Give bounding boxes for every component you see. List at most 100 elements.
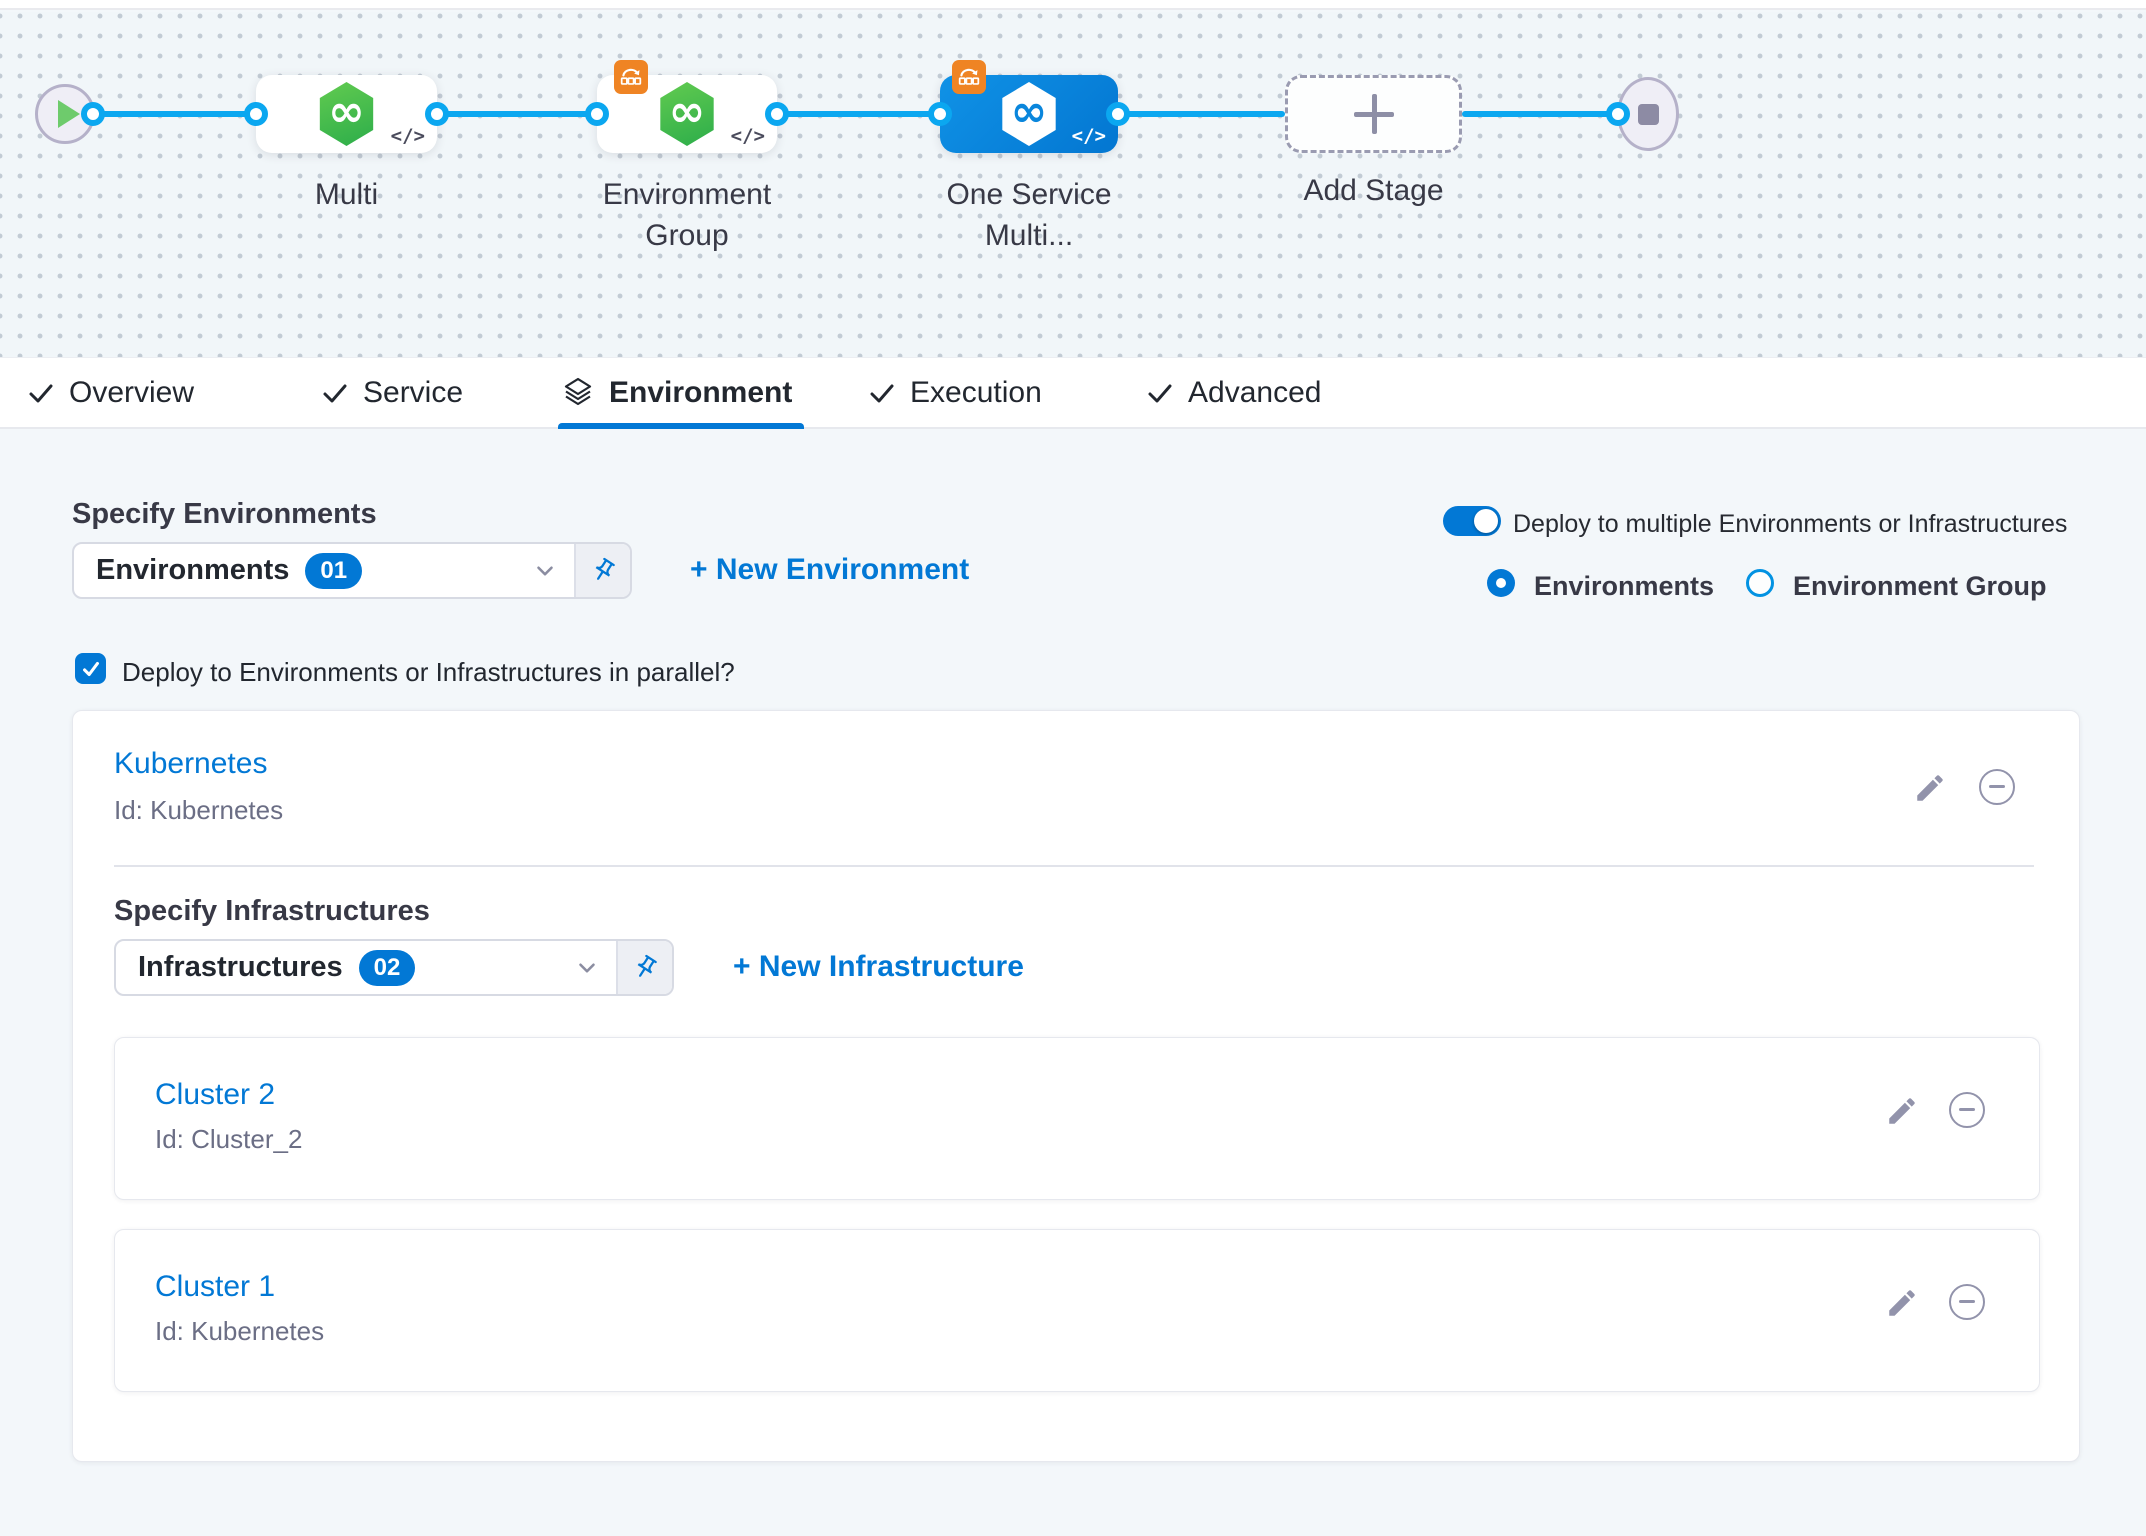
- minus-circle-icon: [1979, 769, 2015, 805]
- radio-environment-group[interactable]: [1746, 569, 1774, 597]
- infrastructure-id-text: Id: Kubernetes: [155, 1316, 324, 1347]
- propagate-icon: [614, 60, 648, 94]
- chevron-down-icon: [574, 955, 600, 981]
- pin-environments-button[interactable]: [574, 544, 630, 597]
- add-stage-button[interactable]: [1285, 75, 1462, 153]
- service-hexagon-icon: ∞: [658, 82, 716, 146]
- play-icon: [58, 100, 80, 128]
- pencil-icon: [1913, 771, 1947, 805]
- tab-advanced[interactable]: Advanced: [1146, 358, 1321, 428]
- tab-label: Overview: [69, 376, 194, 410]
- connector-line: [93, 111, 256, 117]
- infrastructure-card-cluster-1: Cluster 1 Id: Kubernetes: [114, 1229, 2040, 1392]
- edit-infrastructure-button[interactable]: [1885, 1094, 1919, 1128]
- infrastructure-name-link[interactable]: Cluster 1: [155, 1270, 275, 1304]
- radio-environment-group-label[interactable]: Environment Group: [1793, 571, 2047, 602]
- remove-environment-button[interactable]: [1979, 769, 2015, 805]
- stage-label-one-service-multi: One Service Multi...: [918, 174, 1140, 256]
- infrastructure-name-link[interactable]: Cluster 2: [155, 1078, 275, 1112]
- parallel-deploy-checkbox[interactable]: [75, 653, 106, 684]
- environment-card: Kubernetes Id: Kubernetes Specify Infras…: [72, 710, 2080, 1462]
- pencil-icon: [1885, 1286, 1919, 1320]
- divider: [114, 865, 2034, 867]
- chevron-down-icon: [532, 558, 558, 584]
- minus-circle-icon: [1949, 1284, 1985, 1320]
- specify-infrastructures-heading: Specify Infrastructures: [114, 895, 430, 928]
- infrastructure-card-cluster-2: Cluster 2 Id: Cluster_2: [114, 1037, 2040, 1200]
- stage-label-environment-group: Environment Group: [577, 174, 797, 256]
- check-icon: [868, 379, 896, 407]
- check-icon: [80, 658, 102, 680]
- infinity-glyph: ∞: [669, 90, 706, 134]
- connector-port: [244, 102, 268, 126]
- edit-environment-button[interactable]: [1913, 771, 1947, 805]
- connector-port: [928, 102, 952, 126]
- stage-tabbar: Overview Service Environment Execution A…: [0, 357, 2146, 429]
- multi-deploy-toggle-label: Deploy to multiple Environments or Infra…: [1513, 510, 2067, 539]
- connector-line: [1462, 111, 1620, 117]
- tab-execution[interactable]: Execution: [868, 358, 1042, 428]
- remove-infrastructure-button[interactable]: [1949, 1092, 1985, 1128]
- radio-environments[interactable]: [1487, 569, 1515, 597]
- connector-port: [425, 102, 449, 126]
- infinity-glyph: ∞: [1011, 90, 1048, 134]
- pushpin-icon: [626, 949, 663, 986]
- connector-line: [777, 111, 940, 117]
- tab-service[interactable]: Service: [321, 358, 463, 428]
- specify-environments-heading: Specify Environments: [72, 498, 377, 531]
- propagate-icon: [952, 60, 986, 94]
- check-icon: [27, 379, 55, 407]
- plus-icon: [1354, 94, 1394, 134]
- environments-select-field[interactable]: Environments 01: [74, 544, 574, 597]
- tab-label: Advanced: [1188, 376, 1321, 410]
- infinity-glyph: ∞: [328, 90, 365, 134]
- active-tab-underline: [558, 423, 804, 429]
- environments-select-value: Environments: [96, 554, 289, 587]
- connector-port: [1106, 102, 1130, 126]
- check-icon: [1146, 379, 1174, 407]
- minus-circle-icon: [1949, 1092, 1985, 1128]
- toggle-knob: [1474, 509, 1498, 533]
- radio-environments-label[interactable]: Environments: [1534, 571, 1714, 602]
- code-icon: </>: [1072, 125, 1106, 147]
- new-infrastructure-link[interactable]: + New Infrastructure: [733, 950, 1024, 984]
- infrastructures-select-field[interactable]: Infrastructures 02: [116, 941, 616, 994]
- connector-port: [765, 102, 789, 126]
- stage-node-multi[interactable]: ∞ </>: [256, 75, 437, 153]
- stage-label-multi: Multi: [256, 174, 437, 215]
- tab-overview[interactable]: Overview: [27, 358, 194, 428]
- pipeline-stage-editor: ∞ </> ∞ </> ∞ </>: [0, 0, 2146, 1536]
- code-icon: </>: [731, 125, 765, 147]
- tab-label: Environment: [609, 376, 792, 410]
- environment-name-link[interactable]: Kubernetes: [114, 747, 267, 781]
- pin-infrastructures-button[interactable]: [616, 941, 672, 994]
- tab-label: Execution: [910, 376, 1042, 410]
- connector-port: [1606, 102, 1630, 126]
- connector-line: [437, 111, 597, 117]
- stop-icon: [1638, 104, 1659, 125]
- pushpin-icon: [584, 552, 621, 589]
- pencil-icon: [1885, 1094, 1919, 1128]
- add-stage-label: Add Stage: [1285, 170, 1462, 211]
- top-strip: [0, 0, 2146, 10]
- infrastructures-select: Infrastructures 02: [114, 939, 674, 996]
- service-hexagon-icon: ∞: [318, 82, 376, 146]
- connector-line: [1118, 111, 1285, 117]
- new-environment-link[interactable]: + New Environment: [690, 553, 969, 587]
- infrastructures-select-value: Infrastructures: [138, 951, 343, 984]
- environment-layers-icon: [561, 376, 595, 410]
- environment-id-text: Id: Kubernetes: [114, 795, 283, 826]
- infrastructure-id-text: Id: Cluster_2: [155, 1124, 302, 1155]
- multi-deploy-toggle[interactable]: [1443, 506, 1501, 536]
- service-hexagon-icon: ∞: [1000, 82, 1058, 146]
- tab-environment[interactable]: Environment: [561, 358, 792, 428]
- parallel-deploy-checkbox-label: Deploy to Environments or Infrastructure…: [122, 657, 735, 688]
- code-icon: </>: [391, 125, 425, 147]
- tab-label: Service: [363, 376, 463, 410]
- infrastructures-count-badge: 02: [359, 950, 416, 986]
- remove-infrastructure-button[interactable]: [1949, 1284, 1985, 1320]
- environments-select: Environments 01: [72, 542, 632, 599]
- connector-port: [81, 102, 105, 126]
- edit-infrastructure-button[interactable]: [1885, 1286, 1919, 1320]
- check-icon: [321, 379, 349, 407]
